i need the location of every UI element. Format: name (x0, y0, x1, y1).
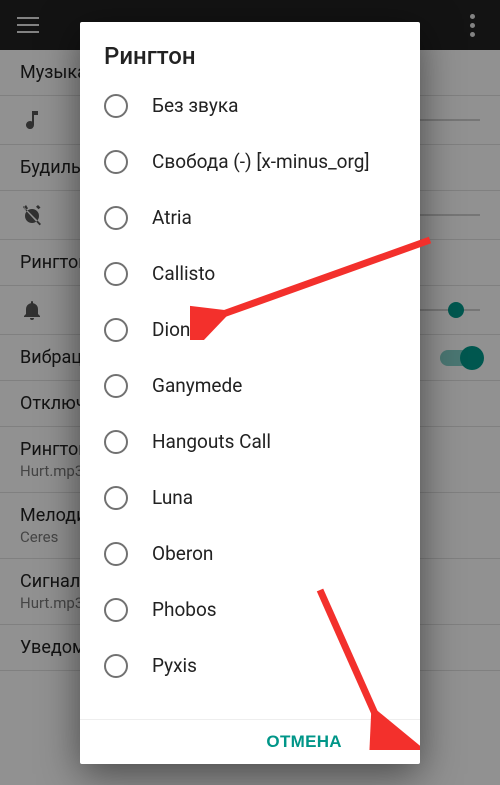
cancel-button[interactable]: ОТМЕНА (266, 732, 341, 752)
ringtone-option[interactable]: Без звука (80, 78, 420, 134)
ringtone-option[interactable]: Hangouts Call (80, 414, 420, 470)
radio-icon[interactable] (104, 542, 128, 566)
radio-icon[interactable] (104, 206, 128, 230)
ringtone-option[interactable]: Dione (80, 302, 420, 358)
ringtone-label: Luna (152, 487, 193, 509)
radio-icon[interactable] (104, 374, 128, 398)
ringtone-option[interactable]: Callisto (80, 246, 420, 302)
ringtone-label: Oberon (152, 543, 213, 565)
ringtone-label: Без звука (152, 95, 238, 117)
ringtone-option[interactable]: Oberon (80, 526, 420, 582)
ringtone-option[interactable]: Pyxis (80, 638, 420, 694)
radio-icon[interactable] (104, 430, 128, 454)
radio-icon[interactable] (104, 654, 128, 678)
ringtone-option[interactable]: Atria (80, 190, 420, 246)
ringtone-label: Pyxis (152, 655, 197, 677)
ringtone-label: Свобода (-) [x-minus_org] (152, 151, 370, 173)
radio-icon[interactable] (104, 150, 128, 174)
dialog-title: Рингтон (80, 22, 420, 78)
dialog-actions: ОТМЕНА OK (80, 719, 420, 764)
ringtone-label: Phobos (152, 599, 217, 621)
radio-icon[interactable] (104, 262, 128, 286)
radio-icon[interactable] (104, 486, 128, 510)
radio-icon[interactable] (104, 318, 128, 342)
ringtone-option[interactable]: Luna (80, 470, 420, 526)
ringtone-label: Hangouts Call (152, 431, 271, 453)
ringtone-label: Atria (152, 207, 192, 229)
radio-icon[interactable] (104, 94, 128, 118)
ringtone-list[interactable]: Без звука Свобода (-) [x-minus_org] Atri… (80, 78, 420, 719)
ringtone-dialog: Рингтон Без звука Свобода (-) [x-minus_o… (80, 22, 420, 764)
ringtone-label: Dione (152, 319, 201, 341)
ringtone-label: Callisto (152, 263, 215, 285)
ok-button[interactable]: OK (370, 732, 396, 752)
ringtone-option[interactable]: Ganymede (80, 358, 420, 414)
radio-icon[interactable] (104, 598, 128, 622)
ringtone-label: Ganymede (152, 375, 242, 397)
ringtone-option[interactable]: Свобода (-) [x-minus_org] (80, 134, 420, 190)
ringtone-option[interactable]: Phobos (80, 582, 420, 638)
